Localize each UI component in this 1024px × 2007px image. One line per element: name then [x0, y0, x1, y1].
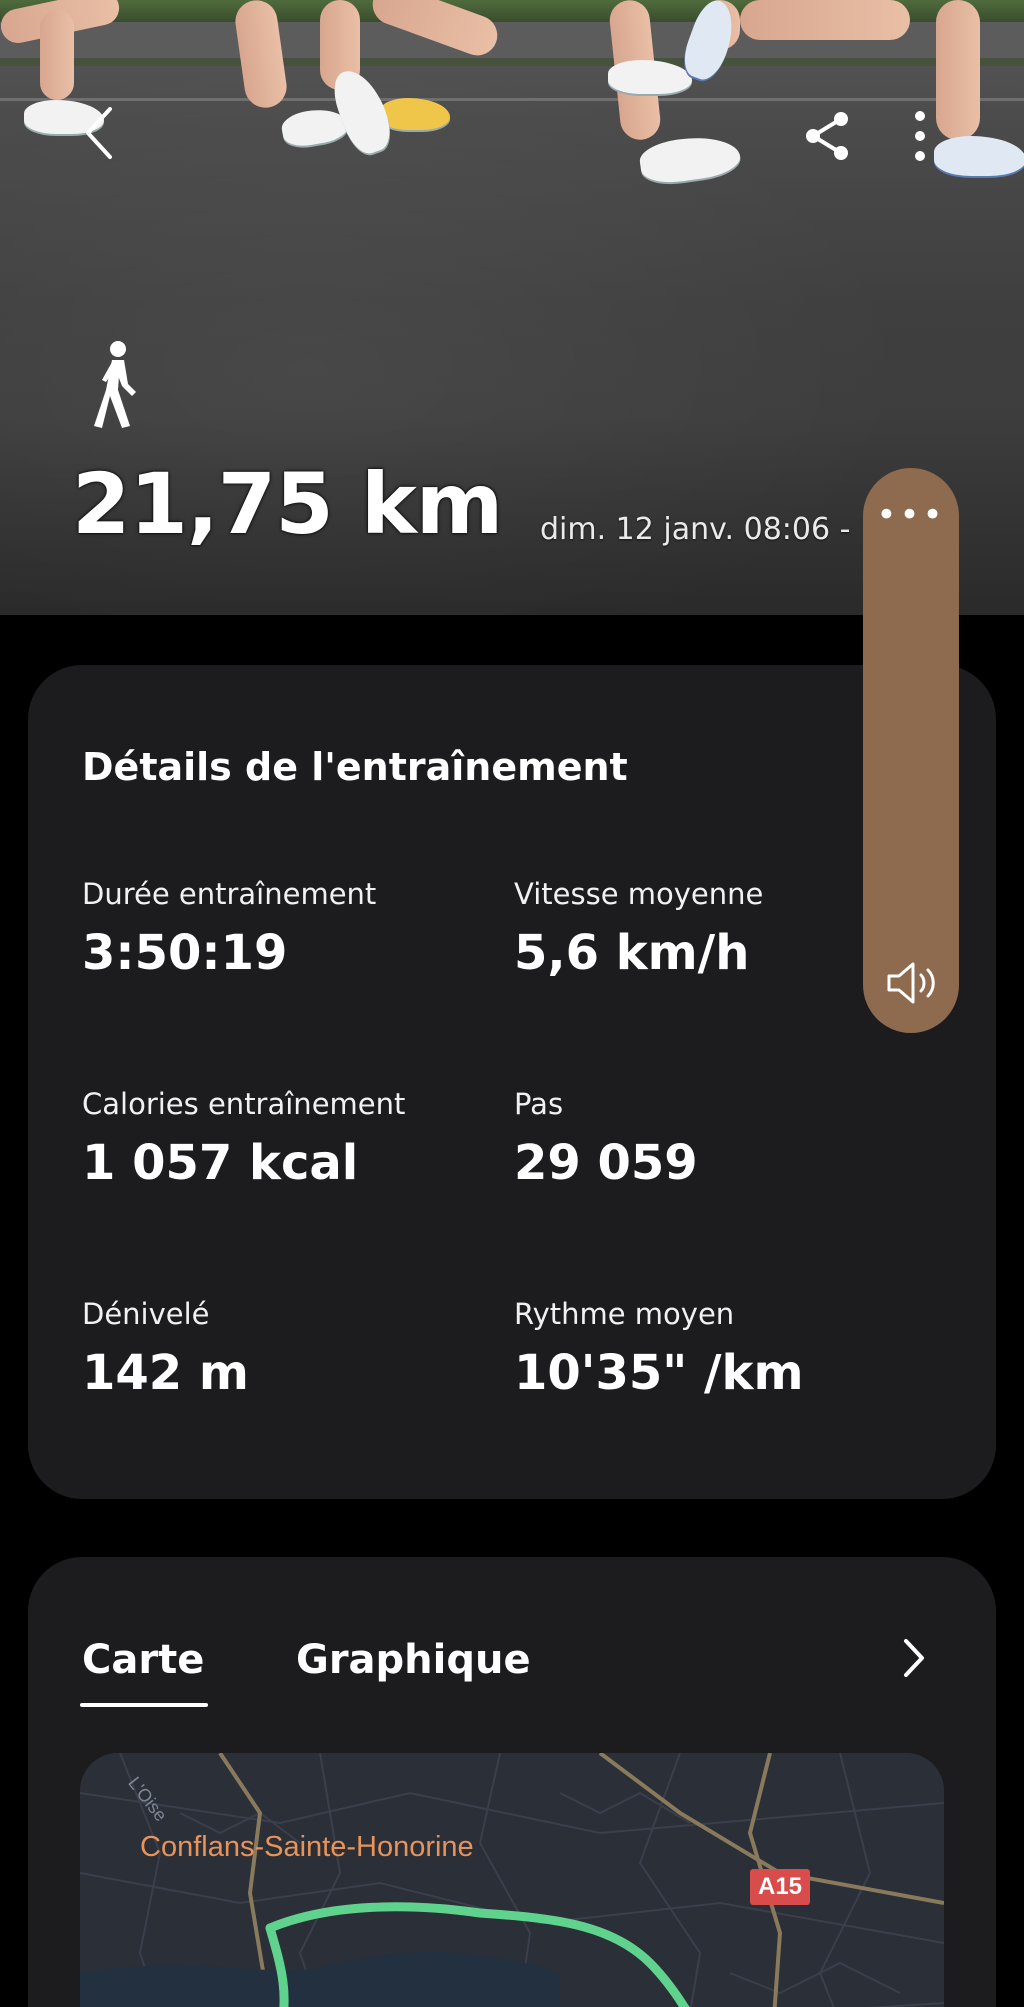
stat-average-pace: Rythme moyen 10'35" /km	[514, 1297, 803, 1401]
stat-calories: Calories entraînement 1 057 kcal	[82, 1087, 405, 1191]
workout-distance: 21,75 km	[72, 455, 503, 553]
stat-steps: Pas 29 059	[514, 1087, 698, 1191]
stat-label: Dénivelé	[82, 1297, 210, 1331]
chevron-left-icon	[86, 107, 112, 159]
stat-value: 1 057 kcal	[82, 1135, 359, 1191]
back-button[interactable]	[72, 105, 128, 161]
stat-label: Calories entraînement	[82, 1087, 406, 1121]
map-graph-card: Carte Graphique L'Oise Conflans-Sainte-H…	[28, 1557, 996, 2007]
workout-date-time: dim. 12 janv. 08:06 -	[540, 512, 851, 547]
speaker-icon	[887, 962, 935, 1004]
volume-menu-dots[interactable]: •••	[863, 498, 959, 532]
stat-label: Pas	[514, 1087, 564, 1121]
runner-leg	[40, 10, 74, 100]
more-options-button[interactable]	[905, 108, 935, 164]
volume-panel[interactable]: •••	[863, 468, 959, 1033]
stat-label: Durée entraînement	[82, 877, 377, 911]
stat-average-speed: Vitesse moyenne 5,6 km/h	[514, 877, 763, 981]
workout-details-card: Détails de l'entraînement Durée entraîne…	[28, 665, 996, 1499]
tab-graph[interactable]: Graphique	[296, 1637, 531, 1683]
vertical-dots-icon	[915, 111, 925, 161]
stat-value: 29 059	[514, 1135, 698, 1191]
stat-value: 3:50:19	[82, 925, 288, 981]
route-map[interactable]: L'Oise Conflans-Sainte-Honorine A15	[80, 1753, 944, 2007]
stat-label: Vitesse moyenne	[514, 877, 764, 911]
stat-elevation: Dénivelé 142 m	[82, 1297, 249, 1401]
stat-value: 142 m	[82, 1345, 249, 1401]
hero-curb-edge	[0, 58, 1024, 66]
share-button[interactable]	[800, 108, 856, 164]
tab-map[interactable]: Carte	[79, 1637, 209, 1707]
runner-shoe	[380, 98, 450, 130]
speaker-button[interactable]	[883, 958, 941, 1008]
workout-detail-screen: 21,75 km dim. 12 janv. 08:06 - Détails d…	[0, 0, 1024, 2007]
map-streets	[80, 1753, 944, 2007]
stat-duration: Durée entraînement 3:50:19	[82, 877, 376, 981]
walking-person-icon	[94, 341, 136, 428]
stat-value: 10'35" /km	[514, 1345, 804, 1401]
runner-shoe	[934, 136, 1024, 176]
map-road-badge: A15	[750, 1869, 811, 1905]
map-city-label: Conflans-Sainte-Honorine	[140, 1831, 474, 1863]
runner-leg	[936, 0, 980, 140]
runner-shoe	[637, 131, 743, 187]
hero-lane-line	[0, 98, 1024, 101]
details-title: Détails de l'entraînement	[82, 745, 628, 789]
open-map-button[interactable]	[898, 1635, 938, 1685]
stat-label: Rythme moyen	[514, 1297, 735, 1331]
share-icon	[806, 112, 848, 160]
chevron-right-icon	[904, 1639, 924, 1677]
runner-leg	[740, 0, 910, 40]
stat-value: 5,6 km/h	[514, 925, 750, 981]
